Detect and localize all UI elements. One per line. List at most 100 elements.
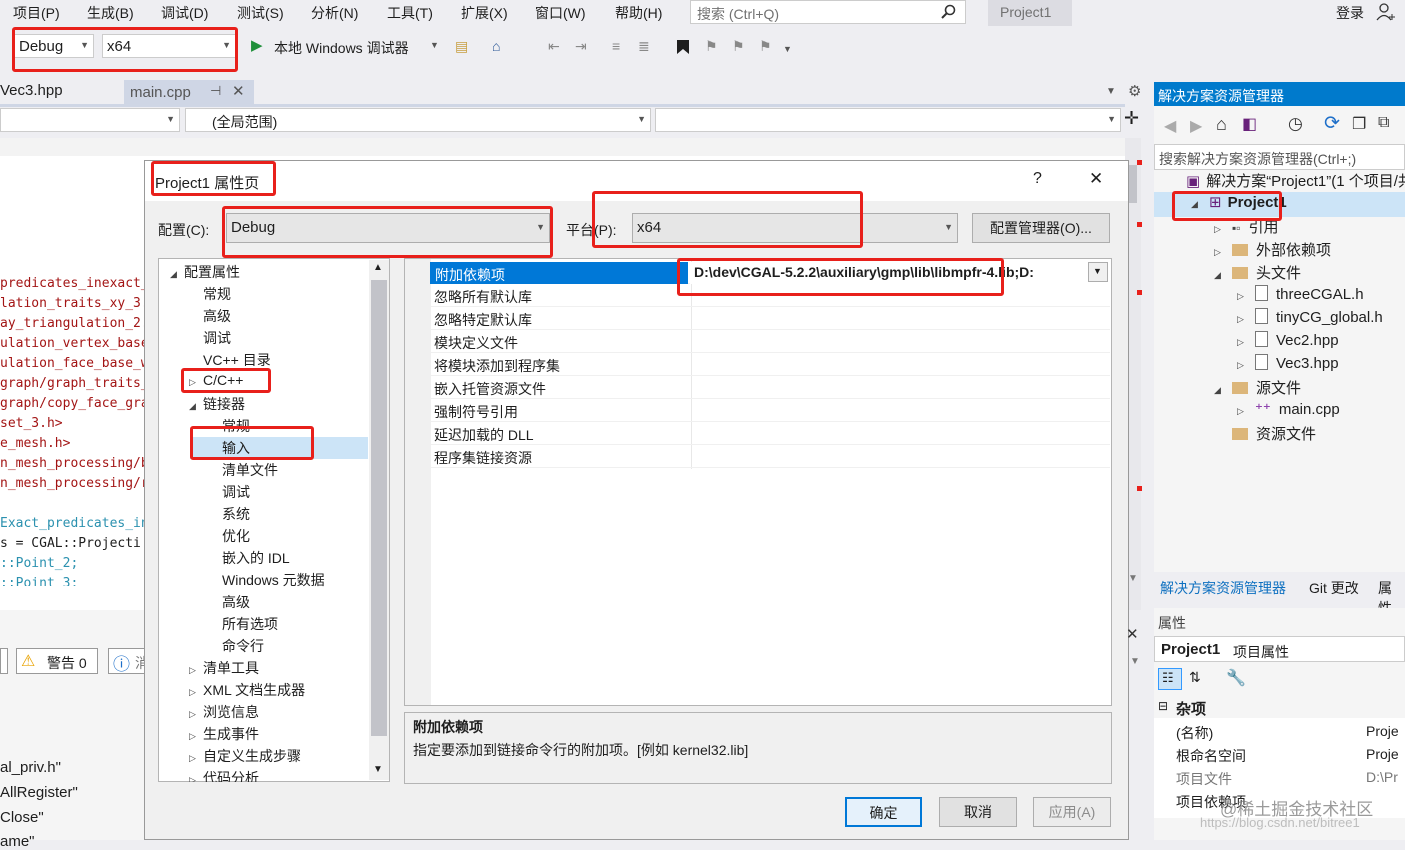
collapse-section-icon[interactable]: ⊟ bbox=[1158, 699, 1168, 713]
property-row[interactable]: 延迟加载的 DLL bbox=[430, 422, 1110, 445]
panel-close-icon[interactable]: ✕ bbox=[1126, 625, 1139, 643]
tree-scrollbar-thumb[interactable] bbox=[371, 280, 387, 736]
tree-item[interactable]: 调试 bbox=[189, 328, 231, 348]
collapsed-icon[interactable]: ▷ bbox=[189, 775, 203, 782]
tree-item[interactable]: 命令行 bbox=[208, 636, 264, 656]
sort-alpha-icon[interactable]: ⇅ bbox=[1189, 669, 1201, 686]
prop-value[interactable]: Proje bbox=[1366, 746, 1399, 762]
tab-main-cpp[interactable]: main.cpp ⊣ ✕ bbox=[124, 80, 254, 104]
tree-item[interactable]: ▷ 浏览信息 bbox=[189, 702, 259, 722]
warnings-toggle[interactable]: ⚠ 警告 0 bbox=[16, 648, 98, 674]
cancel-button[interactable]: 取消 bbox=[939, 797, 1017, 827]
expanded-icon[interactable]: ◢ bbox=[170, 269, 184, 280]
pin-icon[interactable]: ⊣ bbox=[210, 83, 221, 99]
tree-item[interactable]: 高级 bbox=[189, 306, 231, 326]
deps-dropdown-button[interactable]: ▼ bbox=[1088, 262, 1108, 282]
dialog-config-select[interactable]: Debug ▼ bbox=[226, 213, 550, 243]
collapsed-icon[interactable]: ▷ bbox=[189, 731, 203, 742]
back-icon[interactable]: ◀ bbox=[1164, 116, 1176, 136]
login-link[interactable]: 登录 bbox=[1336, 3, 1364, 23]
collapsed-icon[interactable]: ▷ bbox=[1237, 337, 1255, 348]
tree-item[interactable]: 输入 bbox=[208, 438, 250, 458]
collapsed-icon[interactable]: ▷ bbox=[1214, 224, 1232, 235]
tree-item[interactable]: 嵌入的 IDL bbox=[208, 548, 290, 568]
messages-toggle[interactable]: ⓘ 消 bbox=[108, 648, 149, 674]
tab-solution-explorer[interactable]: 解决方案资源管理器 bbox=[1160, 578, 1286, 598]
property-row[interactable]: 强制符号引用 bbox=[430, 399, 1110, 422]
platform-select[interactable]: x64 ▼ bbox=[102, 34, 236, 58]
prop-value[interactable]: D:\Pr bbox=[1366, 769, 1398, 785]
apply-button[interactable]: 应用(A) bbox=[1033, 797, 1111, 827]
menu-build[interactable]: 生成(B) bbox=[87, 3, 134, 23]
collapsed-icon[interactable]: ▷ bbox=[189, 377, 203, 388]
home-icon[interactable]: ⌂ bbox=[492, 38, 500, 54]
outdent-icon[interactable]: ≣ bbox=[638, 38, 650, 55]
nav-project-select[interactable]: ▼ bbox=[0, 108, 180, 132]
menu-test[interactable]: 测试(S) bbox=[237, 3, 284, 23]
tree-item[interactable]: 常规 bbox=[189, 284, 231, 304]
solution-item-file[interactable]: ▷ Vec2.hpp bbox=[1237, 331, 1339, 349]
collapsed-icon[interactable]: ▷ bbox=[189, 665, 203, 676]
property-row[interactable]: 模块定义文件 bbox=[430, 330, 1110, 353]
close-icon[interactable]: ✕ bbox=[232, 82, 245, 100]
tree-item[interactable]: 优化 bbox=[208, 526, 250, 546]
menu-tools[interactable]: 工具(T) bbox=[387, 3, 433, 23]
config-select[interactable]: Debug ▼ bbox=[14, 34, 94, 58]
tree-item[interactable]: ▷ 自定义生成步骤 bbox=[189, 746, 301, 766]
forward-icon[interactable]: ▶ bbox=[1190, 116, 1202, 136]
scroll-down-icon[interactable]: ▼ bbox=[1128, 573, 1138, 584]
nav-scope-select[interactable]: (全局范围) ▼ bbox=[185, 108, 651, 132]
expanded-icon[interactable]: ◢ bbox=[1214, 270, 1232, 281]
prop-value[interactable]: Proje bbox=[1366, 723, 1399, 739]
menu-extensions[interactable]: 扩展(X) bbox=[461, 3, 508, 23]
play-icon[interactable]: ▶ bbox=[251, 36, 263, 54]
solution-search-input[interactable]: 搜索解决方案资源管理器(Ctrl+;) bbox=[1154, 144, 1405, 170]
property-row[interactable]: 将模块添加到程序集 bbox=[430, 353, 1110, 376]
solution-item-cpp[interactable]: ▷ ⁺⁺ main.cpp bbox=[1237, 400, 1340, 418]
nav-member-select[interactable]: ▼ bbox=[655, 108, 1121, 132]
help-button[interactable]: ? bbox=[1033, 170, 1042, 188]
solution-item-file[interactable]: ▷ threeCGAL.h bbox=[1237, 285, 1364, 303]
bookmark-icon[interactable] bbox=[676, 39, 690, 55]
expanded-icon[interactable]: ◢ bbox=[189, 401, 203, 412]
tree-item[interactable]: 清单文件 bbox=[208, 460, 278, 480]
tree-item[interactable]: ▷ 清单工具 bbox=[189, 658, 259, 678]
collapsed-icon[interactable]: ▷ bbox=[189, 753, 203, 764]
chevron-down-icon[interactable]: ▼ bbox=[430, 40, 439, 50]
property-row[interactable]: 忽略所有默认库 bbox=[430, 284, 1110, 307]
tree-scrollbar[interactable]: ▲ ▼ bbox=[369, 260, 389, 780]
wrench-icon[interactable]: 🔧 bbox=[1226, 668, 1246, 688]
collapsed-icon[interactable]: ▷ bbox=[1237, 406, 1255, 417]
menu-help[interactable]: 帮助(H) bbox=[615, 3, 662, 23]
menu-window[interactable]: 窗口(W) bbox=[535, 3, 586, 23]
collapsed-icon[interactable]: ▷ bbox=[1237, 314, 1255, 325]
vs-switch-icon[interactable]: ◧ bbox=[1242, 114, 1257, 134]
chevron-down-icon[interactable]: ▼ bbox=[1130, 656, 1140, 667]
property-row[interactable]: 程序集链接资源 bbox=[430, 445, 1110, 468]
dialog-platform-select[interactable]: x64 ▼ bbox=[632, 213, 958, 243]
collapsed-icon[interactable]: ▷ bbox=[189, 687, 203, 698]
tree-item[interactable]: ▷ 生成事件 bbox=[189, 724, 259, 744]
filter-dropdown[interactable] bbox=[0, 648, 8, 674]
tree-item[interactable]: 常规 bbox=[208, 416, 250, 436]
solution-item-file[interactable]: ▷ tinyCG_global.h bbox=[1237, 308, 1383, 326]
copy-icon[interactable]: ⧉ bbox=[1378, 114, 1389, 132]
tree-item[interactable]: ▷ 代码分析 bbox=[189, 768, 259, 782]
solution-item-solution[interactable]: ▣ 解决方案“Project1”(1 个项目/共 bbox=[1168, 170, 1405, 191]
home-icon[interactable]: ⌂ bbox=[1216, 114, 1227, 135]
collapsed-icon[interactable]: ▷ bbox=[1237, 291, 1255, 302]
categorized-button[interactable]: ☷ bbox=[1158, 668, 1182, 690]
tree-item[interactable]: 高级 bbox=[208, 592, 250, 612]
step-over-icon[interactable]: ⇥ bbox=[575, 38, 587, 55]
folder-search-icon[interactable]: ▤ bbox=[455, 38, 468, 55]
tree-item[interactable]: VC++ 目录 bbox=[189, 350, 271, 370]
bookmark-next-icon[interactable]: ⚑ bbox=[732, 38, 745, 55]
tab-list-icon[interactable]: ▼ bbox=[1106, 86, 1116, 97]
dialog-close-button[interactable]: ✕ bbox=[1089, 169, 1103, 189]
collapse-icon[interactable]: ❐ bbox=[1352, 114, 1366, 134]
property-row[interactable]: 忽略特定默认库 bbox=[430, 307, 1110, 330]
collapsed-icon[interactable]: ▷ bbox=[189, 709, 203, 720]
tree-item[interactable]: ▷ XML 文档生成器 bbox=[189, 680, 305, 700]
menu-project[interactable]: 项目(P) bbox=[13, 3, 60, 23]
solution-item-file[interactable]: ▷ Vec3.hpp bbox=[1237, 354, 1339, 372]
